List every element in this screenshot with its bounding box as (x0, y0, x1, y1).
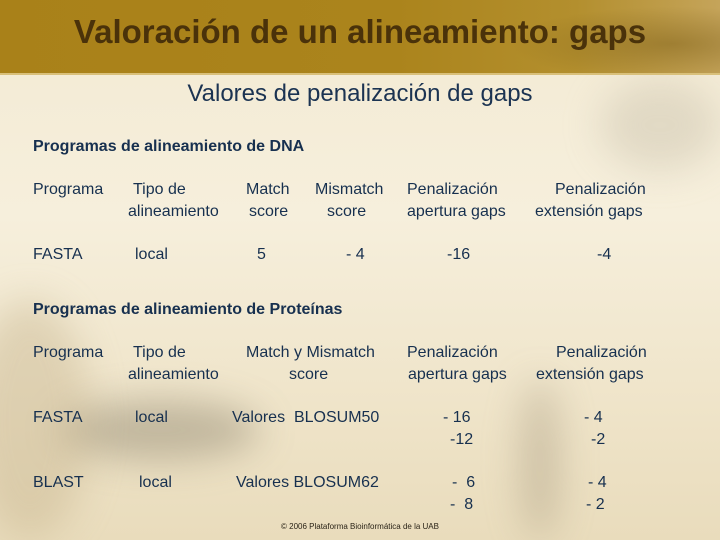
slide-title: Valoración de un alineamiento: gaps (73, 13, 647, 50)
slide-subtitle: Valores de penalización de gaps (187, 80, 533, 107)
header-extension-line1: Penalización (556, 344, 647, 361)
header-mismatch-line2: score (327, 203, 367, 220)
header-programa: Programa (33, 181, 104, 198)
cell-apertura-line2: - 8 (450, 496, 474, 513)
header-mismatch-line1: Mismatch (315, 181, 384, 198)
header-extension-line2: extensión gaps (536, 366, 644, 383)
cell-extension-line2: - 2 (586, 496, 605, 513)
cell-extension-line2: -2 (591, 431, 606, 448)
cell-match: 5 (257, 246, 266, 263)
header-tipo-line1: Tipo de (133, 344, 186, 361)
cell-score: Valores BLOSUM62 (236, 474, 379, 491)
dna-section-heading: Programas de alineamiento de DNA (33, 138, 305, 155)
header-apertura-line2: apertura gaps (407, 203, 506, 220)
header-tipo-line2: alineamiento (128, 366, 219, 383)
header-tipo-line2: alineamiento (128, 203, 219, 220)
cell-programa: BLAST (33, 474, 84, 491)
header-programa: Programa (33, 344, 104, 361)
header-apertura-line1: Penalización (407, 344, 498, 361)
cell-apertura-line2: -12 (450, 431, 474, 448)
cell-score: Valores BLOSUM50 (232, 409, 380, 426)
cell-extension: -4 (597, 246, 612, 263)
protein-section-heading: Programas de alineamiento de Proteínas (33, 301, 343, 318)
title-bar: Valoración de un alineamiento: gaps (0, 0, 720, 75)
cell-programa: FASTA (33, 246, 83, 263)
background-decoration (520, 380, 560, 540)
header-match-line1: Match (246, 181, 290, 198)
cell-extension-line1: - 4 (584, 409, 603, 426)
cell-apertura: -16 (447, 246, 471, 263)
header-tipo-line1: Tipo de (133, 181, 186, 198)
header-apertura-line2: apertura gaps (408, 366, 507, 383)
header-apertura-line1: Penalización (407, 181, 498, 198)
cell-apertura-line1: - 6 (452, 474, 476, 491)
copyright-footer: © 2006 Plataforma Bioinformática de la U… (281, 522, 439, 531)
cell-tipo: local (135, 246, 168, 263)
cell-tipo: local (139, 474, 172, 491)
cell-mismatch: - 4 (346, 246, 365, 263)
header-extension-line2: extensión gaps (535, 203, 643, 220)
header-score-line1: Match y Mismatch (246, 344, 375, 361)
cell-extension-line1: - 4 (588, 474, 607, 491)
header-match-line2: score (249, 203, 289, 220)
header-extension-line1: Penalización (555, 181, 646, 198)
cell-programa: FASTA (33, 409, 83, 426)
cell-apertura-line1: - 16 (443, 409, 471, 426)
header-score-line2: score (289, 366, 329, 383)
cell-tipo: local (135, 409, 168, 426)
